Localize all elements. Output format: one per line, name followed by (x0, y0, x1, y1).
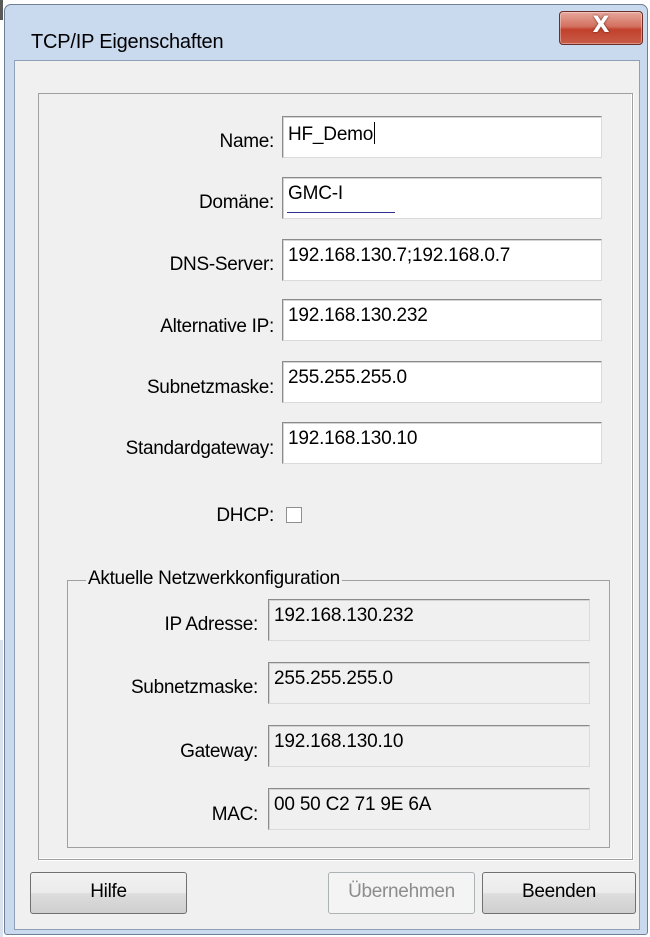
mac-value: 00 50 C2 71 9E 6A (274, 794, 432, 815)
ip-address-label: IP Adresse: (164, 614, 258, 635)
domain-field[interactable]: GMC-I (282, 177, 602, 219)
help-button[interactable]: Hilfe (30, 872, 187, 914)
subnet-mask-field[interactable]: 255.255.255.0 (282, 361, 602, 403)
subnet-mask-value: 255.255.255.0 (288, 367, 407, 388)
background-edge (0, 0, 3, 937)
default-gateway-field[interactable]: 192.168.130.10 (282, 422, 602, 464)
alternative-ip-field[interactable]: 192.168.130.232 (282, 299, 602, 341)
alternative-ip-label: Alternative IP: (160, 316, 274, 337)
current-subnet-label: Subnetzmaske: (130, 677, 258, 698)
current-subnet-value: 255.255.255.0 (274, 668, 393, 689)
ip-address-value: 192.168.130.232 (274, 605, 414, 626)
current-gateway-field: 192.168.130.10 (268, 725, 590, 767)
name-label: Name: (219, 131, 275, 152)
apply-button[interactable]: Übernehmen (328, 872, 475, 914)
default-gateway-label: Standardgateway: (125, 438, 275, 459)
dns-server-field[interactable]: 192.168.130.7;192.168.0.7 (282, 239, 602, 281)
dns-server-value: 192.168.130.7;192.168.0.7 (288, 245, 511, 266)
current-gateway-value: 192.168.130.10 (274, 731, 404, 752)
subnet-mask-label: Subnetzmaske: (146, 377, 274, 398)
mac-field: 00 50 C2 71 9E 6A (268, 788, 590, 830)
dhcp-checkbox[interactable] (286, 507, 302, 523)
default-gateway-value: 192.168.130.10 (288, 428, 418, 449)
name-value: HF_Demo (288, 124, 374, 145)
ip-address-field: 192.168.130.232 (268, 599, 590, 641)
current-subnet-field: 255.255.255.0 (268, 662, 590, 704)
close-button[interactable]: X (559, 11, 643, 45)
dns-server-label: DNS-Server: (169, 254, 275, 275)
window-title: TCP/IP Eigenschaften (31, 31, 224, 53)
domain-value: GMC-I (288, 183, 343, 204)
focus-underline (287, 212, 395, 213)
mac-label: MAC: (211, 804, 259, 825)
alternative-ip-value: 192.168.130.232 (288, 305, 428, 326)
domain-label: Domäne: (199, 192, 274, 213)
current-config-title: Aktuelle Netzwerkkonfiguration (86, 568, 342, 590)
dhcp-label: DHCP: (216, 505, 274, 526)
close-icon: X (592, 13, 610, 38)
current-gateway-label: Gateway: (180, 741, 258, 762)
close-dialog-button[interactable]: Beenden (482, 872, 636, 914)
name-field[interactable]: HF_Demo (282, 116, 602, 158)
text-caret (374, 122, 376, 144)
